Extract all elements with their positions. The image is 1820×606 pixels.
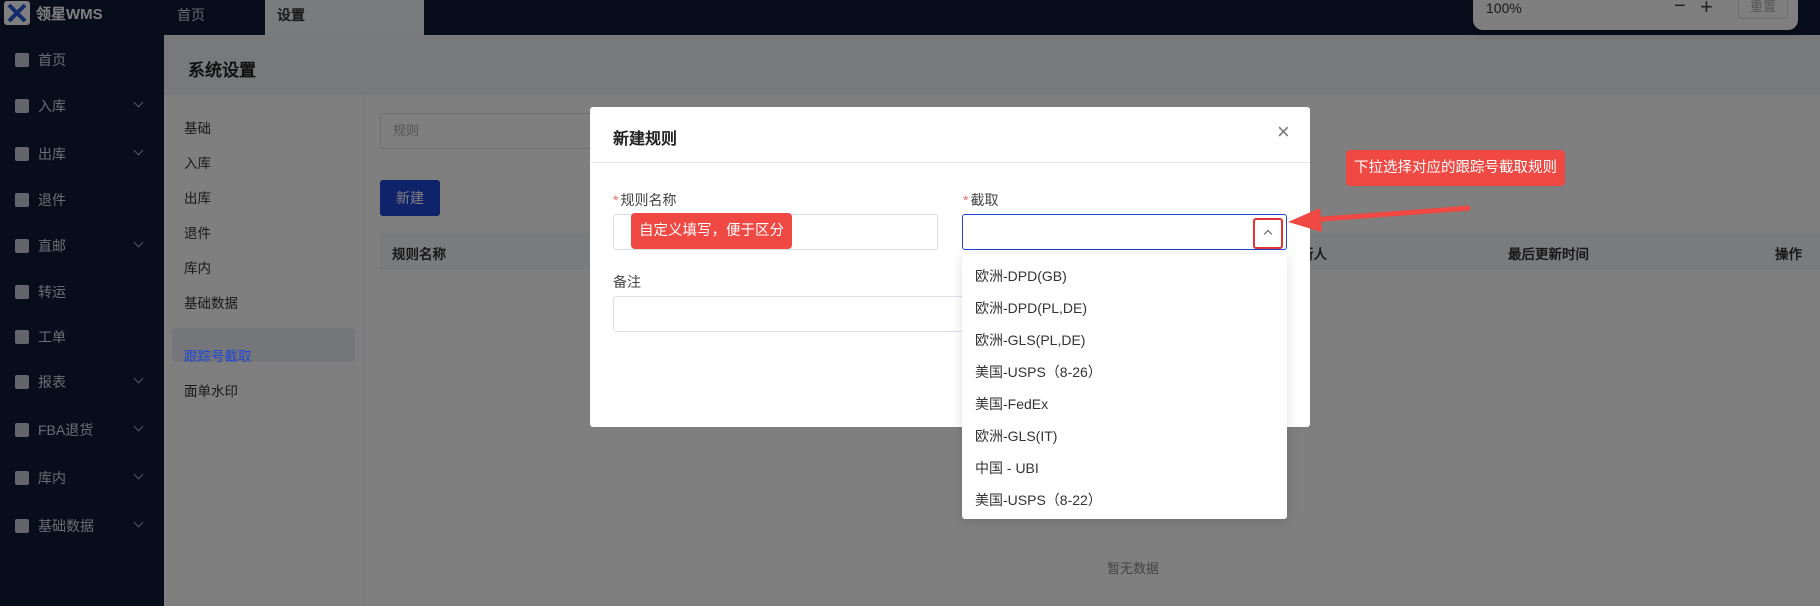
required-mark: * — [613, 192, 619, 208]
intercept-select[interactable] — [962, 214, 1287, 250]
intercept-label-text: 截取 — [970, 192, 999, 208]
dropdown-option[interactable]: 中国 - UBI — [975, 458, 1039, 478]
rule-name-label-text: 规则名称 — [620, 192, 677, 208]
close-icon[interactable]: × — [1277, 121, 1290, 143]
intercept-hint-callout: 下拉选择对应的跟踪号截取规则 — [1346, 150, 1565, 186]
required-mark: * — [963, 192, 969, 208]
name-hint-callout: 自定义填写，便于区分 — [631, 213, 792, 249]
dropdown-option[interactable]: 美国-FedEx — [975, 394, 1048, 414]
dialog-divider — [590, 162, 1310, 163]
select-toggle-button[interactable] — [1253, 218, 1283, 249]
remark-label: 备注 — [613, 274, 641, 290]
rule-name-label: * 规则名称 — [613, 190, 676, 210]
annotation-arrow-icon — [1288, 205, 1471, 232]
subnav-item-tracking-intercept[interactable]: 跟踪号截取 — [184, 345, 252, 365]
dropdown-option[interactable]: 欧洲-DPD(PL,DE) — [975, 298, 1087, 318]
dropdown-option[interactable]: 美国-USPS（8-26） — [975, 362, 1102, 382]
intercept-label: * 截取 — [963, 190, 998, 210]
dialog-title: 新建规则 — [613, 131, 678, 148]
dropdown-option[interactable]: 欧洲-GLS(IT) — [975, 426, 1057, 446]
dropdown-option[interactable]: 欧洲-DPD(GB) — [975, 266, 1067, 286]
dropdown-option[interactable]: 美国-USPS（8-22） — [975, 490, 1102, 510]
chevron-up-icon — [1263, 229, 1273, 239]
intercept-dropdown: 欧洲-DPD(GB) 欧洲-DPD(PL,DE) 欧洲-GLS(PL,DE) 美… — [962, 254, 1287, 519]
dropdown-option[interactable]: 欧洲-GLS(PL,DE) — [975, 330, 1085, 350]
